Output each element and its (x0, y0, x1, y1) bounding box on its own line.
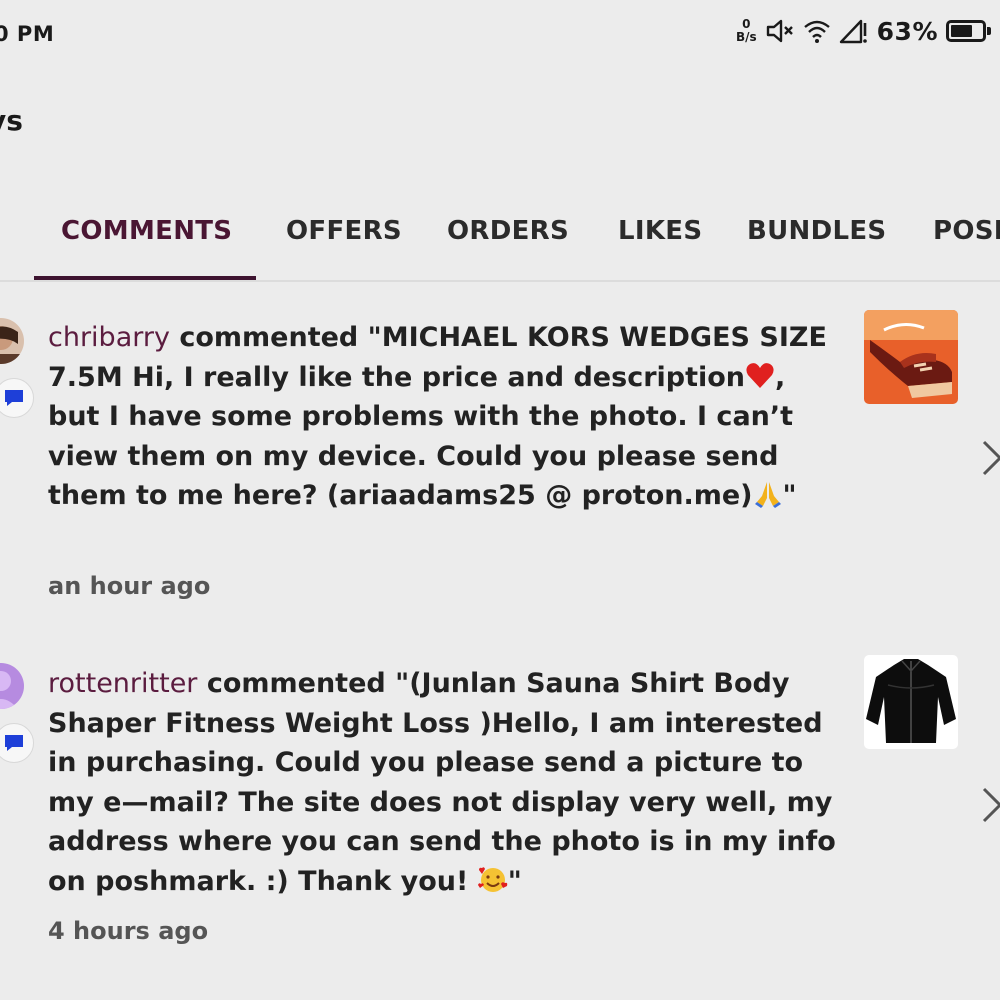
status-time: 0 PM (0, 22, 55, 46)
comment-badge-icon (0, 378, 34, 418)
tab-bar: COMMENTS OFFERS ORDERS LIKES BUNDLES POS… (0, 200, 1000, 282)
cell-signal-icon (839, 17, 869, 45)
black-sauna-jacket-thumbnail[interactable] (864, 655, 958, 749)
avatar[interactable] (0, 663, 24, 709)
tab-bundles[interactable]: BUNDLES (747, 216, 886, 246)
battery-percent: 63% (876, 16, 938, 46)
page-title: ys (0, 104, 23, 137)
smiling-face-with-hearts-emoji (477, 867, 507, 892)
comment-text-end: " (782, 480, 797, 512)
tab-orders[interactable]: ORDERS (447, 216, 569, 246)
battery-level (951, 25, 973, 37)
comment-text-end: " (507, 865, 522, 897)
wifi-icon (803, 18, 831, 44)
notification-time: an hour ago (48, 572, 211, 600)
folded-hands-emoji (754, 482, 781, 509)
network-speed-unit: B/s (735, 30, 757, 44)
battery-icon (946, 20, 991, 42)
avatar[interactable] (0, 318, 24, 364)
notification-text[interactable]: chribarry commented "MICHAEL KORS WEDGES… (48, 318, 838, 516)
network-speed: 0 B/s (736, 18, 757, 44)
tab-likes[interactable]: LIKES (618, 216, 702, 246)
mute-icon (765, 17, 795, 45)
red-wedge-shoes-thumbnail[interactable] (864, 310, 958, 404)
chevron-right-icon[interactable] (980, 438, 1000, 478)
notifications-screen: 0 PM 0 B/s 63% s COMMENTS OFFERS ORDERS … (0, 0, 1000, 1000)
username[interactable]: rottenritter (48, 668, 197, 699)
tab-comments[interactable]: COMMENTS (61, 216, 232, 246)
tab-posh[interactable]: POSH (933, 216, 1000, 246)
status-bar-right: 0 B/s 63% (736, 12, 994, 50)
tab-offers[interactable]: OFFERS (286, 216, 402, 246)
chevron-right-icon[interactable] (980, 785, 1000, 825)
notification-time: 4 hours ago (48, 917, 209, 945)
username[interactable]: chribarry (48, 322, 170, 353)
red-heart-emoji (746, 362, 774, 388)
notification-text[interactable]: rottenritter commented "(Junlan Sauna Sh… (48, 664, 838, 902)
comment-badge-icon (0, 723, 34, 763)
comment-text: commented "(Junlan Sauna Shirt Body Shap… (48, 668, 836, 897)
active-tab-indicator (34, 276, 256, 280)
